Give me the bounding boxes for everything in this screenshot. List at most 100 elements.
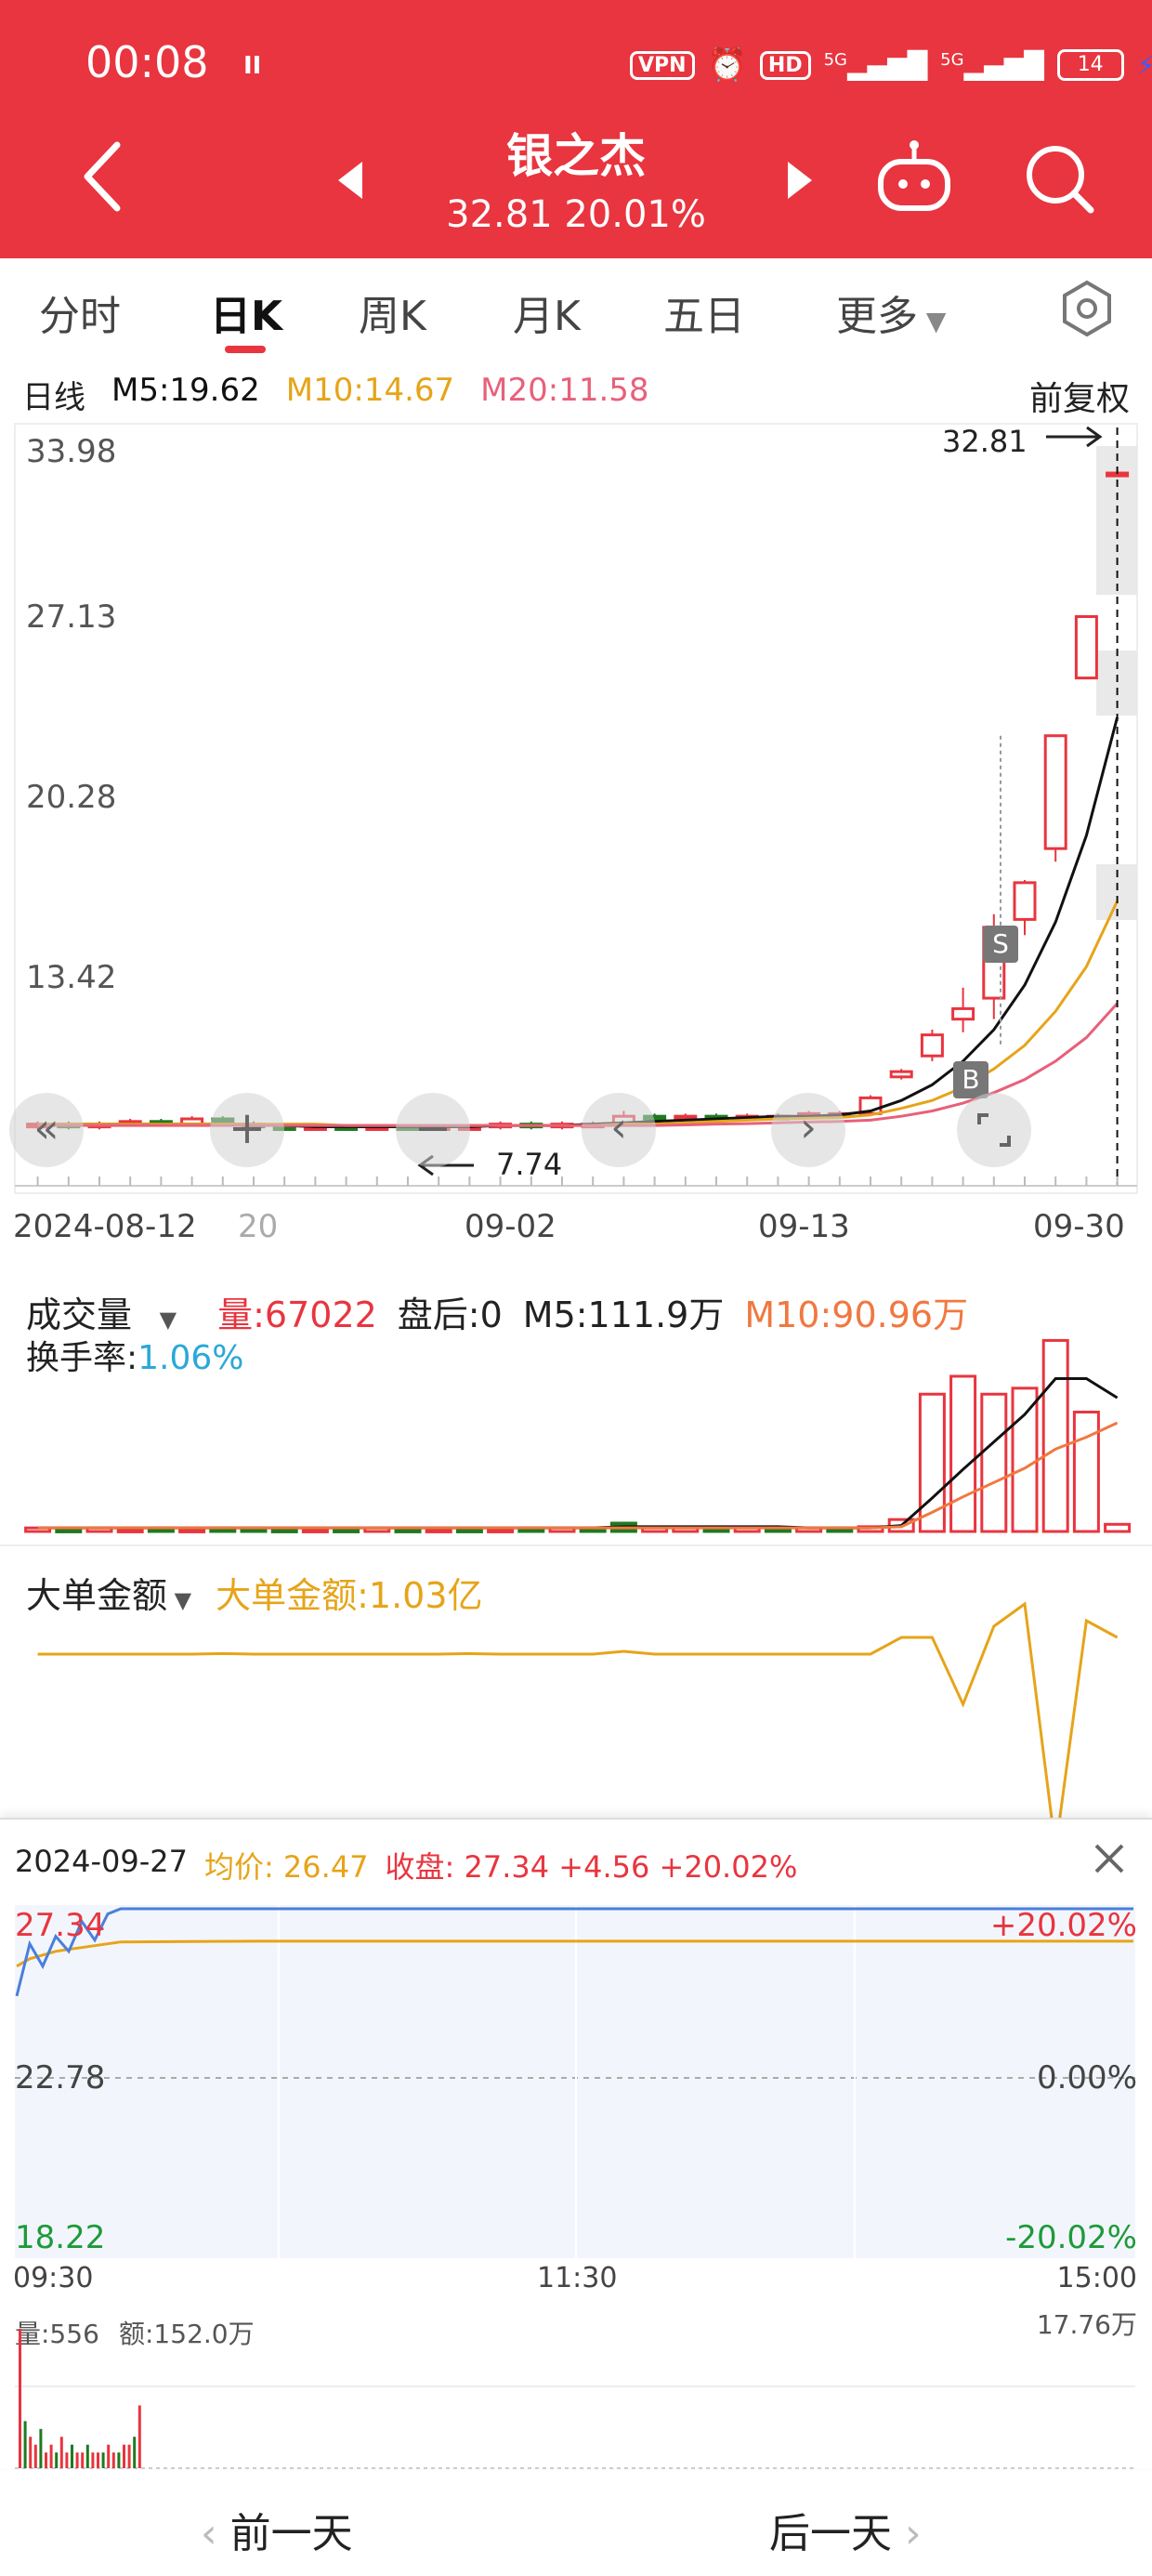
day-navigation: ‹ 前一天 后一天 › xyxy=(0,2472,1152,2576)
candle-body xyxy=(1043,734,1067,850)
intraday-volume-bar xyxy=(59,2437,63,2468)
status-icons: VPN ⏰ HD 5G▂▄▆█ 5G▂▄▆█ 14 ⚡ xyxy=(630,46,1152,84)
intraday-pct-mid: 0.00% xyxy=(1036,2059,1137,2096)
pause-icon: II xyxy=(243,52,262,80)
zoom-in-icon[interactable]: + xyxy=(210,1093,284,1167)
intraday-volume-bar xyxy=(49,2444,53,2468)
charging-icon: ⚡ xyxy=(1136,49,1152,81)
tab-intraday[interactable]: 分时 xyxy=(39,283,121,342)
intraday-chart[interactable] xyxy=(0,1896,1152,2267)
intraday-volume-bar xyxy=(45,2452,47,2468)
next-day-label: 后一天 xyxy=(769,2510,892,2557)
latest-price-label: 32.81 xyxy=(942,424,1028,459)
stock-price-change: 32.81 20.01% xyxy=(446,193,706,236)
candle-body xyxy=(889,1070,913,1079)
close-icon[interactable] xyxy=(1091,1840,1128,1877)
intraday-t-mid: 11:30 xyxy=(537,2262,618,2294)
m5-value: M5:19.62 xyxy=(111,372,260,409)
candle-body xyxy=(920,1033,944,1058)
volume-bar xyxy=(270,1527,298,1533)
robot-assistant-icon[interactable] xyxy=(875,138,953,216)
intraday-y-mid: 22.78 xyxy=(15,2059,106,2096)
next-stock-icon[interactable] xyxy=(786,160,814,201)
intraday-volume-bar xyxy=(91,2452,95,2468)
intraday-volume-bar xyxy=(81,2452,85,2468)
volume-bar xyxy=(116,1527,144,1533)
tab-monthly-k[interactable]: 月K xyxy=(513,283,581,342)
intraday-volume-chart xyxy=(15,2329,1135,2469)
kline-candles xyxy=(26,471,1130,1131)
period-tabs: 分时 日K 周K 月K 五日 更多 ▼ xyxy=(0,258,1152,361)
tab-more-label: 更多 xyxy=(836,293,918,340)
fullscreen-icon[interactable] xyxy=(957,1093,1031,1167)
intraday-volume-bar xyxy=(117,2452,121,2468)
divider xyxy=(0,1544,1152,1546)
alarm-icon: ⏰ xyxy=(707,46,747,84)
scroll-right-icon[interactable]: › xyxy=(771,1093,845,1167)
adjust-mode[interactable]: 前复权 xyxy=(1029,372,1130,420)
scroll-left-icon[interactable]: ‹ xyxy=(582,1093,656,1167)
tab-daily-k[interactable]: 日K xyxy=(210,283,282,342)
settings-icon[interactable] xyxy=(1057,279,1117,338)
search-icon[interactable] xyxy=(1022,141,1096,216)
x-label-4: 09-30 xyxy=(1033,1208,1125,1245)
intraday-y-top: 27.34 xyxy=(15,1907,106,1944)
tab-more[interactable]: 更多 ▼ xyxy=(836,283,946,342)
volume-bar xyxy=(333,1527,360,1533)
volume-chart[interactable] xyxy=(0,1320,1152,1543)
intraday-volume-bar xyxy=(39,2428,43,2468)
volume-bar xyxy=(1072,1411,1100,1533)
zoom-out-icon[interactable]: − xyxy=(396,1093,470,1167)
intraday-volume-bar xyxy=(137,2405,141,2468)
y-label-4: 13.42 xyxy=(26,959,117,996)
intraday-t-end: 15:00 xyxy=(1056,2262,1137,2294)
volume-bar xyxy=(55,1527,83,1533)
hd-icon: HD xyxy=(759,50,811,80)
volume-bar xyxy=(178,1527,206,1533)
y-label-3: 20.28 xyxy=(26,779,117,816)
candle-body xyxy=(951,1006,975,1021)
prev-day-label: 前一天 xyxy=(229,2510,353,2557)
intraday-volume-bar xyxy=(101,2452,105,2468)
signal-icon-1: 5G▂▄▆█ xyxy=(823,49,928,81)
app-header: 00:08 II VPN ⏰ HD 5G▂▄▆█ 5G▂▄▆█ 14 ⚡ 银之杰… xyxy=(0,0,1152,258)
kline-ticks xyxy=(15,1176,1137,1187)
prev-day-button[interactable]: ‹ 前一天 xyxy=(201,2500,353,2559)
vpn-icon: VPN xyxy=(630,50,695,80)
candle-body xyxy=(1074,615,1098,680)
tab-five-day[interactable]: 五日 xyxy=(663,283,745,342)
signal-icon-2: 5G▂▄▆█ xyxy=(940,49,1044,81)
bigorder-chart[interactable] xyxy=(0,1580,1152,1821)
intraday-volume-bar xyxy=(23,2421,27,2468)
next-day-button[interactable]: 后一天 › xyxy=(769,2500,922,2559)
intraday-pct-bot: -20.02% xyxy=(1005,2219,1137,2256)
intraday-volume-bar xyxy=(127,2444,131,2468)
prev-stock-icon[interactable] xyxy=(336,160,364,201)
chevron-left-icon: ‹ xyxy=(201,2510,230,2557)
intraday-volume-bar xyxy=(133,2437,137,2468)
intraday-y-bot: 18.22 xyxy=(15,2219,106,2256)
x-label-0: 2024-08-12 xyxy=(13,1208,197,1245)
intraday-volume-bar xyxy=(33,2444,37,2468)
intraday-volume-bar xyxy=(107,2444,111,2468)
bigorder-line xyxy=(37,1601,1119,1821)
intraday-close: 收盘: 27.34 +4.56 +20.02% xyxy=(385,1849,798,1885)
intraday-header: 2024-09-27 均价: 26.47 收盘: 27.34 +4.56 +20… xyxy=(15,1844,814,1886)
scroll-fast-left-icon[interactable]: « xyxy=(9,1093,84,1167)
chevron-right-icon: › xyxy=(892,2510,922,2557)
volume-bar xyxy=(1104,1522,1132,1533)
tab-weekly-k[interactable]: 周K xyxy=(359,283,426,342)
x-label-2: 09-02 xyxy=(465,1208,556,1245)
sell-marker[interactable]: S xyxy=(983,926,1018,963)
volume-bar xyxy=(425,1527,452,1533)
back-icon[interactable] xyxy=(80,139,126,214)
intraday-volume-bar xyxy=(75,2452,79,2468)
status-time: 00:08 xyxy=(85,37,209,87)
y-label-top: 33.98 xyxy=(26,433,117,470)
intraday-volume-bar xyxy=(111,2452,115,2468)
ma-legend: 日线 M5:19.62 M10:14.67 M20:11.58 xyxy=(22,372,675,417)
volume-bar xyxy=(980,1392,1008,1533)
volume-bar xyxy=(949,1374,977,1533)
intraday-volume-bar xyxy=(29,2437,33,2468)
intraday-volume-bar xyxy=(123,2444,125,2468)
